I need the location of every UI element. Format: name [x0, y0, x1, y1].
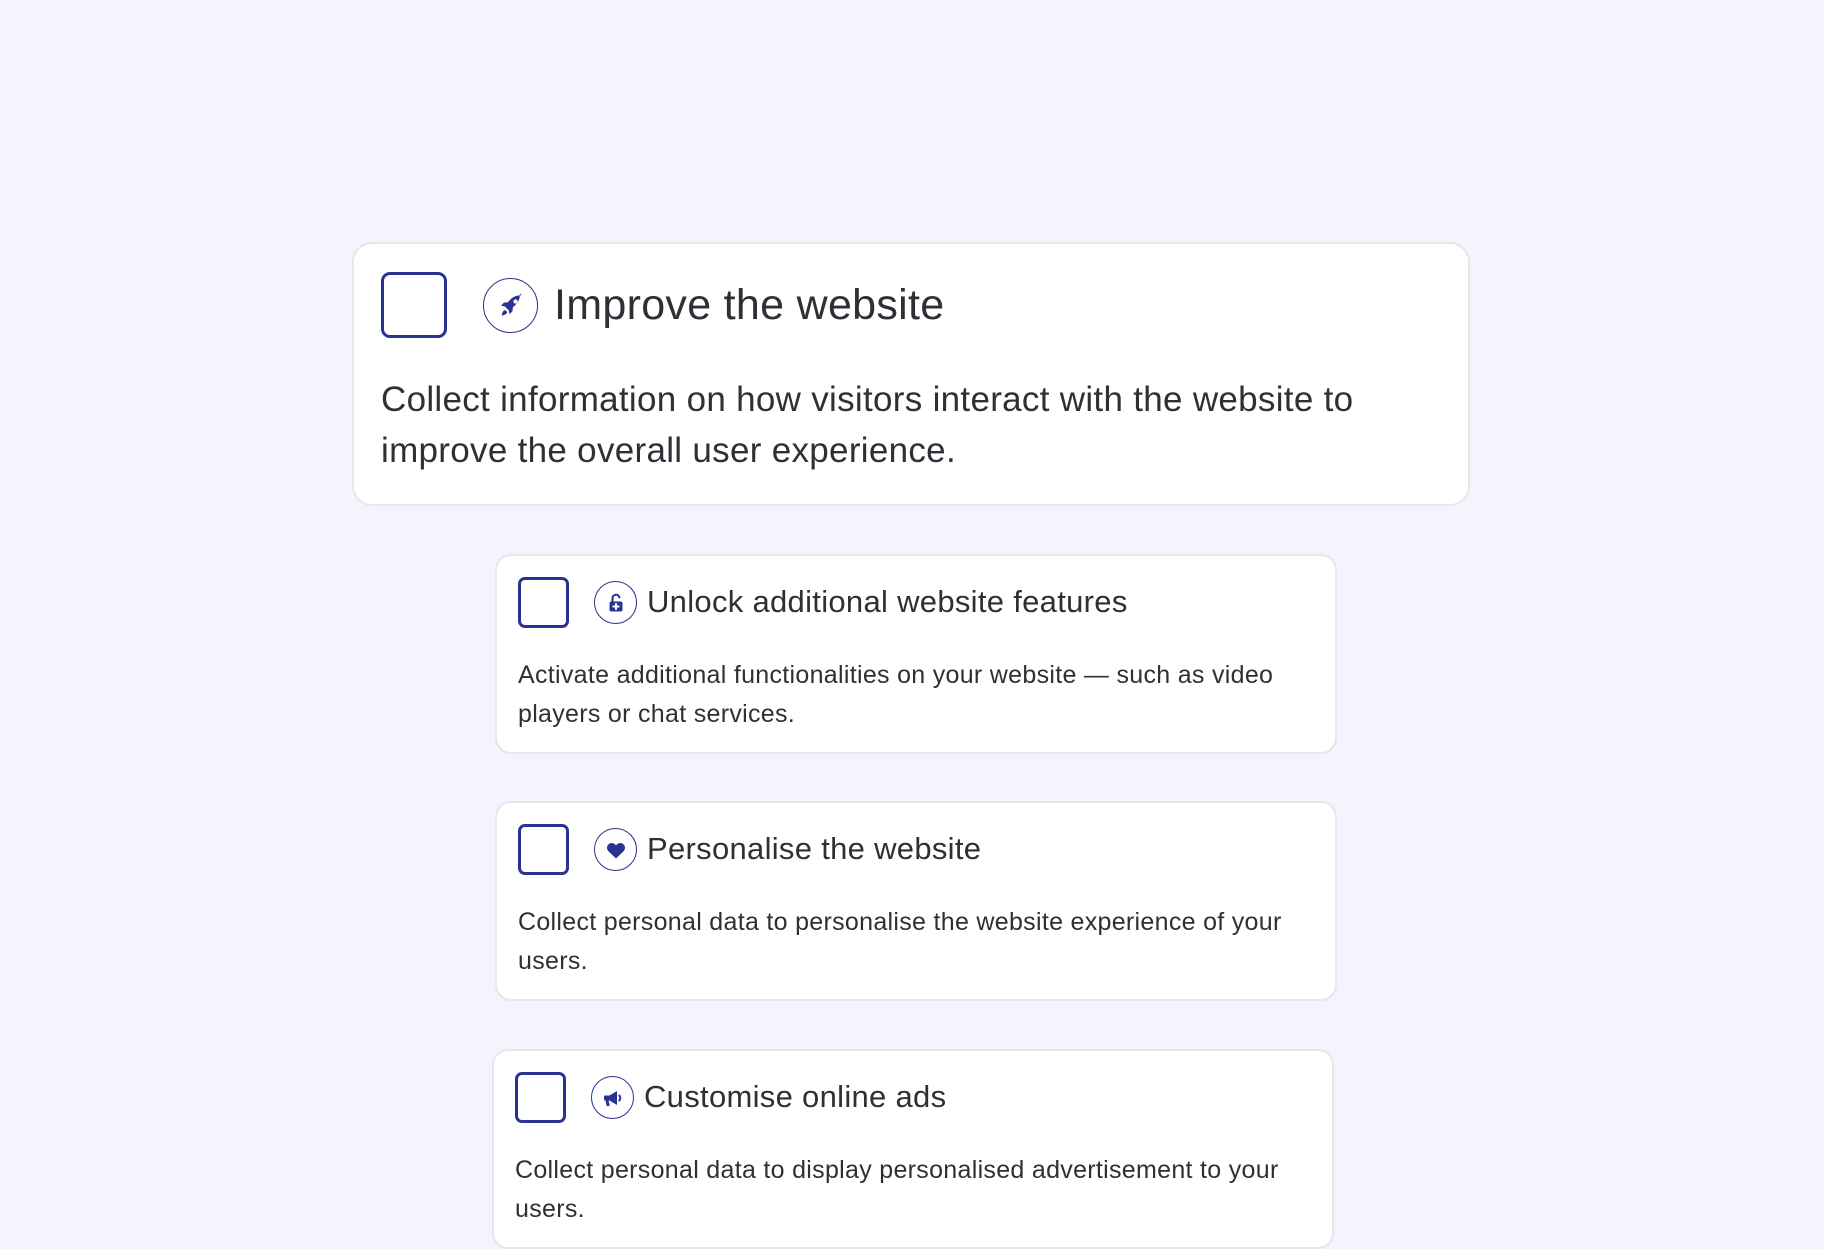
customise-ads-title: Customise online ads [644, 1079, 947, 1114]
improve-website-checkbox[interactable] [381, 272, 447, 338]
improve-website-description: Collect information on how visitors inte… [381, 380, 1354, 470]
unlock-features-checkbox[interactable] [518, 577, 569, 628]
personalise-website-title: Personalise the website [647, 831, 982, 866]
personalise-website-description: Collect personal data to personalise the… [518, 908, 1282, 975]
personalise-website-checkbox[interactable] [518, 824, 569, 875]
unlock-features-title: Unlock additional website features [647, 584, 1128, 619]
unlock-features-description: Activate additional functionalities on y… [518, 661, 1274, 728]
customise-ads-checkbox[interactable] [515, 1072, 566, 1123]
consent-option-customise-ads: Customise online ads Collect personal da… [492, 1049, 1334, 1249]
consent-option-personalise-website: Personalise the website Collect personal… [495, 801, 1337, 1001]
unlock-icon [594, 581, 637, 624]
improve-website-title: Improve the website [554, 281, 945, 329]
rocket-icon [483, 278, 538, 333]
megaphone-icon [591, 1076, 634, 1119]
customise-ads-description: Collect personal data to display persona… [515, 1156, 1279, 1223]
consent-option-unlock-features: Unlock additional website features Activ… [495, 554, 1337, 754]
heart-icon [594, 828, 637, 871]
consent-option-improve-website: Improve the website Collect information … [352, 242, 1470, 506]
